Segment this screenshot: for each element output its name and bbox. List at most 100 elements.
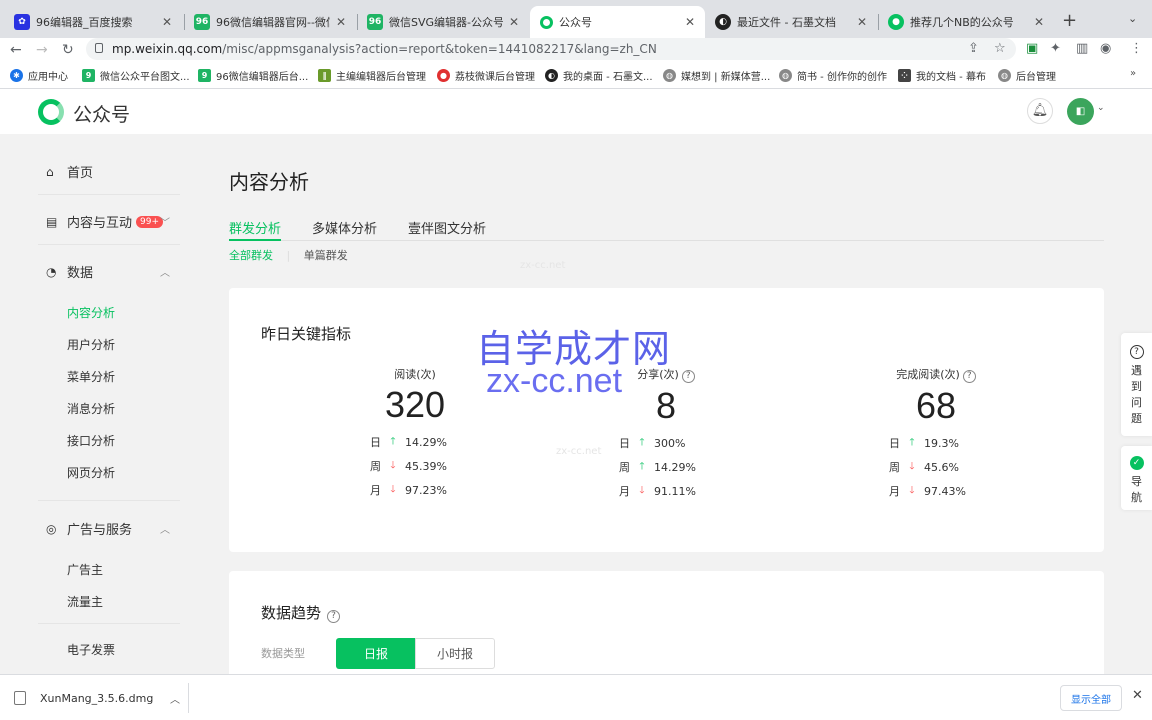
divider [38, 244, 180, 245]
back-icon[interactable]: ← [10, 42, 22, 58]
menu-icon[interactable]: ⋮ [1130, 41, 1143, 56]
download-item[interactable]: XunMang_3.5.6.dmg ︿ [8, 681, 188, 715]
sidebar-item-content[interactable]: ▤ 内容与互动 99+ ﹀ [46, 212, 176, 232]
address-bar-row: ← → ↻ mp.weixin.qq.com/misc/appmsganalys… [0, 38, 1152, 62]
chevron-down-icon[interactable]: ⌄ [1097, 103, 1105, 113]
url-path: /misc/appmsganalysis?action=report&token… [222, 42, 657, 56]
logo-text: 公众号 [73, 104, 131, 126]
star-icon[interactable]: ☆ [994, 41, 1006, 56]
hourly-report-button[interactable]: 小时报 [415, 638, 495, 669]
bookmark-item[interactable]: ✱ 应用中心 [10, 68, 68, 83]
sidebar-item-webpage-analysis[interactable]: 网页分析 [67, 464, 115, 481]
new-tab-button[interactable]: + [1062, 10, 1077, 31]
bookmark-item[interactable]: ◍ 后台管理 [998, 68, 1056, 83]
url-host: mp.weixin.qq.com [112, 42, 223, 56]
bookmark-item[interactable]: 9 微信公众平台图文... [82, 68, 190, 83]
url-field[interactable]: mp.weixin.qq.com/misc/appmsganalysis?act… [86, 38, 1016, 60]
show-all-button[interactable]: 显示全部 [1060, 685, 1122, 711]
chevron-up-icon: ︿ [160, 268, 170, 279]
reload-icon[interactable]: ↻ [62, 42, 74, 58]
tab-shimo[interactable]: ◐ 最近文件 - 石墨文档 ✕ [705, 6, 877, 38]
daily-report-button[interactable]: 日报 [336, 638, 416, 669]
close-icon[interactable]: ✕ [509, 15, 519, 29]
help-icon[interactable]: ? [327, 610, 341, 623]
site-header: 公众号 🔔︎ ◧ ⌄ [0, 89, 1152, 134]
bookmark-item[interactable]: ◍ 媒想到 | 新媒体营... [663, 68, 770, 83]
sidepanel-icon[interactable]: ▥ [1076, 41, 1088, 56]
metric-row-day: 日 🡑 19.3% [889, 436, 959, 451]
sidebar-item-publisher[interactable]: 流量主 [67, 593, 103, 610]
sidebar-item-home[interactable]: ⌂ 首页 [46, 162, 176, 182]
96-icon: 96 [367, 14, 383, 30]
sidebar-item-ads[interactable]: ◎ 广告与服务 ︿ [46, 519, 176, 539]
sidebar-item-message-analysis[interactable]: 消息分析 [67, 400, 115, 417]
tab-96-editor[interactable]: 96 96微信编辑器官网--微信公众✕ [184, 6, 356, 38]
metric-row-week: 周 🡓 45.39% [370, 459, 447, 474]
bookmark-item[interactable]: 9 96微信编辑器后台... [198, 68, 308, 83]
metric-completed-reads: 完成阅读(次)? 68 日 🡑 19.3% 周 🡓 45.6% 月 🡓 97.43% [846, 366, 1026, 499]
help-icon[interactable]: ? [681, 370, 695, 383]
close-icon[interactable]: ✕ [1132, 688, 1143, 703]
help-float-button[interactable]: ? 遇到问题 [1121, 333, 1152, 436]
arrow-down-icon: 🡓 [909, 460, 915, 472]
sidebar-item-content-analysis[interactable]: 内容分析 [67, 304, 115, 321]
sidebar-item-api-analysis[interactable]: 接口分析 [67, 432, 115, 449]
tab-svg-editor[interactable]: 96 微信SVG编辑器-公众号交互✕ [357, 6, 529, 38]
metric-row-week: 周 🡓 45.6% [889, 460, 959, 475]
bookmark-item[interactable]: ◍ 简书 - 创作你的创作 [779, 68, 887, 83]
metric-row-month: 月 🡓 91.11% [619, 484, 696, 499]
tab-media-analysis[interactable]: 多媒体分析 [312, 218, 377, 241]
subtab-all[interactable]: 全部群发 [229, 249, 273, 262]
bookmark-item[interactable]: ◐ 我的桌面 - 石墨文... [545, 68, 653, 83]
nav-icon: ✓ [1129, 456, 1144, 470]
help-icon[interactable]: ? [962, 370, 976, 383]
extension-icon[interactable]: ▣ [1026, 41, 1038, 56]
close-icon[interactable]: ✕ [162, 15, 172, 29]
chart-icon: ◔ [46, 264, 57, 279]
sidebar-item-user-analysis[interactable]: 用户分析 [67, 336, 115, 353]
sidebar-item-invoice[interactable]: 电子发票 [67, 641, 115, 658]
tab-wechat-article[interactable]: ● 推荐几个NB的公众号 ✕ [878, 6, 1054, 38]
question-icon: ? [1129, 345, 1144, 359]
close-icon[interactable]: ✕ [685, 15, 695, 29]
profile-icon[interactable]: ◉ [1100, 41, 1111, 56]
bookmarks-bar: ✱ 应用中心 9 微信公众平台图文... 9 96微信编辑器后台... ‖ 主编编辑器后… [0, 62, 1152, 89]
divider [38, 194, 180, 195]
tab-mass-send-analysis[interactable]: 群发分析 [229, 218, 282, 241]
metric-value: 8 [655, 385, 677, 426]
metric-label: 完成阅读(次) [896, 368, 960, 381]
metric-row-month: 月 🡓 97.23% [370, 483, 447, 498]
avatar[interactable]: ◧ [1067, 98, 1094, 125]
arrow-down-icon: 🡓 [390, 459, 396, 471]
chevron-up-icon: ︿ [160, 525, 170, 536]
subtab-single[interactable]: 单篇群发 [304, 249, 348, 262]
close-icon[interactable]: ✕ [1034, 15, 1044, 29]
close-icon[interactable]: ✕ [336, 15, 346, 29]
tab-baidu[interactable]: ✿ 96编辑器_百度搜索 ✕ [4, 6, 182, 38]
forward-icon[interactable]: → [36, 42, 48, 58]
sidebar-item-menu-analysis[interactable]: 菜单分析 [67, 368, 115, 385]
bookmark-item[interactable]: ‖ 主编编辑器后台管理 [318, 68, 426, 83]
share-icon[interactable]: ⇪ [968, 41, 979, 56]
divider [38, 500, 180, 501]
subtabs: 全部群发 | 单篇群发 [229, 247, 348, 263]
tab-search-icon[interactable]: ⌄ [1128, 12, 1137, 25]
sidebar-item-advertiser[interactable]: 广告主 [67, 561, 103, 578]
metric-row-day: 日 🡑 300% [619, 436, 686, 451]
key-metrics-card: 昨日关键指标 阅读(次) 320 日 🡑 14.29% 周 🡓 45.39% 月 🡓 97.… [229, 288, 1104, 552]
bookmark-item[interactable]: ● 荔枝微课后台管理 [437, 68, 535, 83]
apps-icon: ✱ [10, 69, 23, 82]
download-bar: XunMang_3.5.6.dmg ︿ 显示全部 ✕ [0, 674, 1152, 720]
puzzle-icon[interactable]: ✦ [1050, 41, 1061, 56]
document-icon: ▤ [46, 214, 58, 229]
more-bookmarks-icon[interactable]: » [1130, 68, 1136, 79]
tab-gongzhonghao[interactable]: 公众号 ✕ [530, 6, 705, 38]
sidebar-item-data[interactable]: ◔ 数据 ︿ [46, 262, 176, 282]
tab-yiban-analysis[interactable]: 壹伴图文分析 [408, 218, 486, 241]
divider [188, 683, 189, 713]
bookmark-item[interactable]: ⁘ 我的文档 - 幕布 [898, 68, 986, 83]
close-icon[interactable]: ✕ [857, 15, 867, 29]
bell-icon[interactable]: 🔔︎ [1027, 98, 1053, 124]
chevron-up-icon[interactable]: ︿ [170, 691, 180, 706]
nav-float-button[interactable]: ✓ 导航 [1121, 446, 1152, 510]
